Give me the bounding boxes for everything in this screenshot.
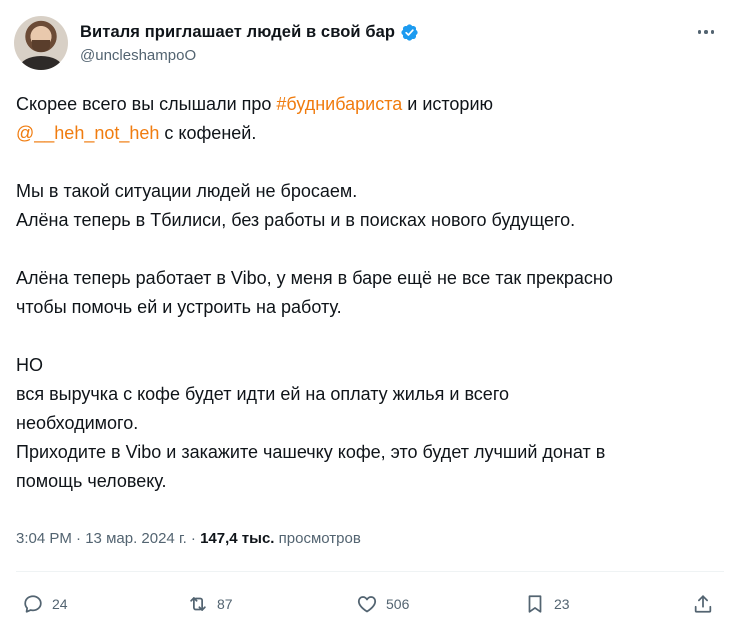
tweet-line: @__heh_not_heh с кофеней. bbox=[16, 119, 721, 148]
more-dot bbox=[697, 30, 702, 34]
more-icon[interactable] bbox=[692, 22, 720, 42]
meta-separator: · bbox=[186, 530, 201, 547]
bookmark-count: 23 bbox=[554, 596, 570, 612]
tweet-line: Алёна теперь в Тбилиси, без работы и в п… bbox=[16, 210, 576, 230]
tweet-header: Виталя приглашает людей в свой бар @uncl… bbox=[14, 14, 726, 74]
bookmark-icon bbox=[528, 595, 542, 613]
more-dot bbox=[704, 30, 708, 34]
reply-icon bbox=[24, 595, 42, 613]
mention-link[interactable]: @__heh_not_heh bbox=[16, 123, 159, 143]
tweet-line: Приходите в Vibo и закажите чашечку кофе… bbox=[16, 442, 606, 462]
tweet-line: Алёна теперь работает в Vibo, у меня в б… bbox=[16, 268, 613, 288]
tweet-text: Скорее всего вы слышали про #буднибарист… bbox=[16, 90, 721, 496]
like-icon bbox=[357, 596, 377, 613]
tweet-time[interactable]: 3:04 PM bbox=[16, 530, 72, 547]
tweet-line: помощь человеку. bbox=[16, 471, 167, 491]
meta-separator: · bbox=[71, 530, 86, 547]
tweet-card: Виталя приглашает людей в свой бар @uncl… bbox=[0, 0, 740, 643]
views-count[interactable]: 147,4 тыс. bbox=[200, 530, 274, 547]
tweet-line: необходимого. bbox=[16, 413, 139, 433]
tweet-date[interactable]: 13 мар. 2024 г. bbox=[85, 530, 187, 547]
author-names: Виталя приглашает людей в свой бар @uncl… bbox=[80, 20, 419, 64]
more-dot bbox=[710, 30, 715, 34]
avatar-beard bbox=[32, 40, 50, 52]
tweet-line: вся выручка с кофе будет идти ей на опла… bbox=[16, 384, 509, 404]
repost-button[interactable]: 87 bbox=[187, 586, 233, 622]
tweet-line: Мы в такой ситуации людей не бросаем. bbox=[16, 181, 358, 201]
hashtag-link[interactable]: #буднибариста bbox=[276, 94, 402, 114]
like-count: 506 bbox=[386, 596, 410, 612]
action-bar: 24 87 506 23 bbox=[0, 586, 740, 622]
author-handle[interactable]: @uncleshampoO bbox=[80, 47, 419, 64]
views-label[interactable]: просмотров bbox=[274, 530, 361, 547]
repost-icon bbox=[190, 597, 206, 611]
author-display-name[interactable]: Виталя приглашает людей в свой бар bbox=[80, 23, 395, 42]
avatar[interactable] bbox=[14, 16, 68, 70]
divider bbox=[16, 571, 724, 572]
tweet-line: НО bbox=[16, 355, 43, 375]
tweet-text-segment: Скорее всего вы слышали про bbox=[16, 94, 277, 114]
tweet-text-segment: и историю bbox=[402, 94, 493, 114]
repost-count: 87 bbox=[217, 596, 233, 612]
share-icon bbox=[694, 595, 712, 613]
reply-count: 24 bbox=[52, 596, 68, 612]
reply-button[interactable]: 24 bbox=[22, 586, 68, 622]
tweet-line: чтобы помочь ей и устроить на работу. bbox=[16, 297, 342, 317]
share-button[interactable] bbox=[692, 586, 714, 622]
tweet-text-segment: с кофеней. bbox=[159, 123, 257, 143]
bookmark-button[interactable]: 23 bbox=[524, 586, 570, 622]
display-name-row: Виталя приглашает людей в свой бар bbox=[80, 20, 419, 44]
tweet-line: Скорее всего вы слышали про #буднибарист… bbox=[16, 90, 721, 119]
verified-badge-icon[interactable] bbox=[400, 23, 419, 42]
like-button[interactable]: 506 bbox=[356, 586, 409, 622]
avatar-shirt bbox=[20, 56, 62, 70]
tweet-meta: 3:04 PM · 13 мар. 2024 г. · 147,4 тыс. п… bbox=[16, 530, 361, 547]
